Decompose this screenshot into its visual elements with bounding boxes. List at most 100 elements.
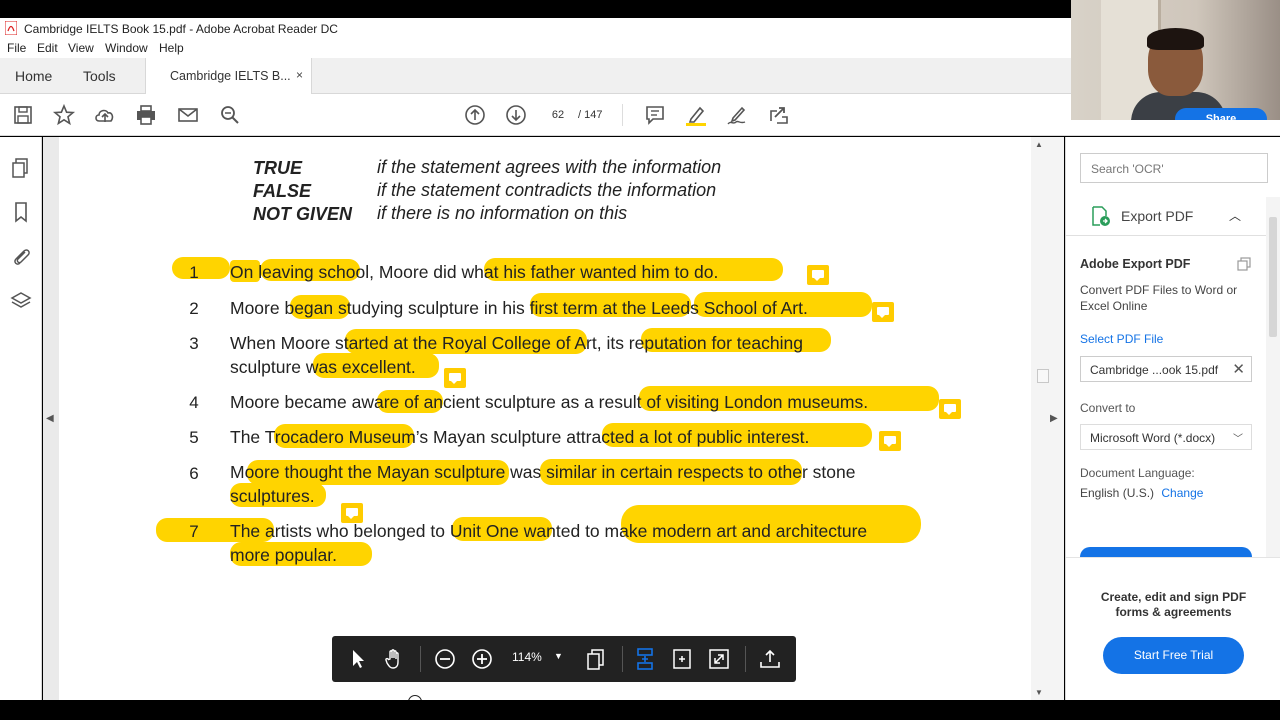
convert-button[interactable]	[1080, 547, 1252, 557]
export-upload-icon[interactable]	[758, 647, 782, 671]
select-pdf-file-link[interactable]: Select PDF File	[1080, 332, 1163, 346]
zoom-in-icon[interactable]	[470, 647, 494, 671]
previous-page-icon[interactable]	[463, 103, 487, 127]
legend-false-desc: if the statement contradicts the informa…	[377, 180, 717, 200]
floating-page-toolbar: 114% ▼	[332, 636, 796, 682]
share-tools-icon[interactable]	[767, 103, 791, 127]
left-navigation-rail	[0, 137, 42, 700]
full-screen-icon[interactable]	[707, 647, 731, 671]
tab-document[interactable]: Cambridge IELTS B... ×	[145, 58, 312, 95]
menu-file[interactable]: File	[7, 41, 26, 55]
bottom-black-strip	[0, 700, 1280, 720]
statement-number: 7	[189, 522, 199, 541]
document-language-label: Document Language:	[1080, 466, 1195, 480]
save-icon[interactable]	[11, 103, 35, 127]
statement-number: 2	[189, 299, 199, 318]
document-language: English (U.S.) Change	[1080, 486, 1203, 500]
legend-true-key: TRUE	[253, 158, 302, 178]
document-scrollbar[interactable]	[1031, 137, 1064, 700]
remove-file-icon[interactable]: ✕	[1232, 360, 1245, 378]
print-icon[interactable]	[134, 103, 158, 127]
highlight-pen-icon[interactable]	[684, 103, 708, 127]
search-input[interactable]: Search 'OCR'	[1080, 153, 1268, 183]
start-free-trial-button[interactable]: Start Free Trial	[1103, 637, 1244, 674]
legend-true-desc: if the statement agrees with the informa…	[377, 157, 722, 177]
document-viewport[interactable]: TRUE if the statement agrees with the in…	[43, 137, 1064, 709]
page-number-input[interactable]: 62	[541, 103, 575, 127]
menu-view[interactable]: View	[68, 41, 94, 55]
page-total: / 147	[578, 109, 603, 121]
bookmarks-icon[interactable]	[10, 201, 32, 223]
toolbar-divider	[622, 104, 623, 126]
statement-text: On leaving school, Moore did what his fa…	[230, 262, 719, 282]
statement-text: The artists who belonged to Unit One wan…	[230, 521, 868, 541]
legend-false-key: FALSE	[253, 181, 312, 201]
toolbar-divider	[420, 646, 421, 672]
tab-tools[interactable]: Tools	[83, 68, 116, 84]
promo-section: Create, edit and sign PDF forms & agreem…	[1066, 557, 1280, 700]
layers-icon[interactable]	[10, 290, 32, 312]
document-language-value: English (U.S.)	[1080, 486, 1155, 500]
scroll-up-arrow-icon[interactable]: ▲	[1035, 140, 1043, 149]
legend-not-given-desc: if there is no information on this	[377, 203, 628, 223]
email-icon[interactable]	[176, 103, 200, 127]
comment-note-icon[interactable]	[807, 265, 829, 285]
comment-note-icon[interactable]	[341, 503, 363, 523]
tab-document-label: Cambridge IELTS B...	[170, 69, 291, 83]
attachments-paperclip-icon[interactable]	[10, 245, 32, 267]
convert-format-value: Microsoft Word (*.docx)	[1090, 431, 1216, 445]
hand-tool-icon[interactable]	[382, 647, 406, 671]
export-pdf-label: Export PDF	[1121, 208, 1194, 224]
sign-pen-icon[interactable]	[725, 103, 749, 127]
bookmark-star-icon[interactable]	[52, 103, 76, 127]
export-pdf-header[interactable]: Export PDF ︿	[1066, 195, 1266, 235]
toolbar-divider	[622, 646, 623, 672]
panel-scrollbar-thumb[interactable]	[1269, 217, 1277, 337]
comment-icon[interactable]	[643, 103, 667, 127]
tab-home[interactable]: Home	[15, 68, 52, 84]
statement-text: When Moore started at the Royal College …	[230, 333, 803, 353]
comment-note-icon[interactable]	[444, 368, 466, 388]
rotate-view-icon[interactable]	[670, 647, 694, 671]
statement-number: 3	[189, 334, 199, 353]
scrolling-mode-icon[interactable]	[633, 647, 657, 671]
collapse-left-panel-icon[interactable]: ◀	[46, 413, 54, 424]
page-thumbnails-icon[interactable]	[10, 157, 32, 179]
statement-text: Moore began studying sculpture in his fi…	[230, 298, 808, 318]
menu-edit[interactable]: Edit	[37, 41, 58, 55]
promo-text: Create, edit and sign PDF forms & agreem…	[1100, 590, 1247, 619]
collapse-right-panel-icon[interactable]: ▶	[1050, 413, 1058, 424]
copy-icon[interactable]	[1237, 257, 1253, 271]
statement-text: sculpture was excellent.	[230, 357, 416, 377]
page-fit-icon[interactable]	[584, 647, 608, 671]
adobe-export-title: Adobe Export PDF	[1080, 257, 1191, 271]
find-zoom-icon[interactable]	[218, 103, 242, 127]
zoom-level[interactable]: 114%	[512, 650, 542, 664]
selected-file-field[interactable]: Cambridge ...ook 15.pdf ✕	[1080, 356, 1252, 382]
document-scrollbar-thumb[interactable]	[1037, 369, 1049, 383]
menu-help[interactable]: Help	[159, 41, 184, 55]
tab-close-icon[interactable]: ×	[296, 68, 303, 82]
scroll-down-arrow-icon[interactable]: ▼	[1035, 688, 1043, 697]
statement-text: more popular.	[230, 545, 338, 565]
export-description: Convert PDF Files to Word or Excel Onlin…	[1080, 283, 1238, 313]
zoom-out-icon[interactable]	[433, 647, 457, 671]
panel-scrollbar[interactable]	[1266, 197, 1280, 557]
comment-note-icon[interactable]	[872, 302, 894, 322]
convert-to-label: Convert to	[1080, 401, 1136, 415]
select-cursor-icon[interactable]	[346, 647, 370, 671]
upload-cloud-icon[interactable]	[93, 103, 117, 127]
convert-format-dropdown[interactable]: Microsoft Word (*.docx) ﹀	[1080, 424, 1252, 450]
right-tools-panel: Search 'OCR' Export PDF ︿ Adobe Export P…	[1065, 137, 1280, 700]
menu-window[interactable]: Window	[105, 41, 148, 55]
change-language-link[interactable]: Change	[1161, 486, 1203, 500]
comment-note-icon[interactable]	[879, 431, 901, 451]
next-page-icon[interactable]	[504, 103, 528, 127]
statement-text: Moore became aware of ancient sculpture …	[230, 392, 869, 412]
share-button[interactable]: Share	[1175, 108, 1267, 120]
selected-file-name: Cambridge ...ook 15.pdf	[1090, 363, 1219, 377]
comment-note-icon[interactable]	[939, 399, 961, 419]
zoom-dropdown-icon[interactable]: ▼	[554, 651, 563, 661]
chevron-up-icon[interactable]: ︿	[1229, 207, 1241, 224]
acrobat-pdf-icon	[5, 21, 17, 35]
